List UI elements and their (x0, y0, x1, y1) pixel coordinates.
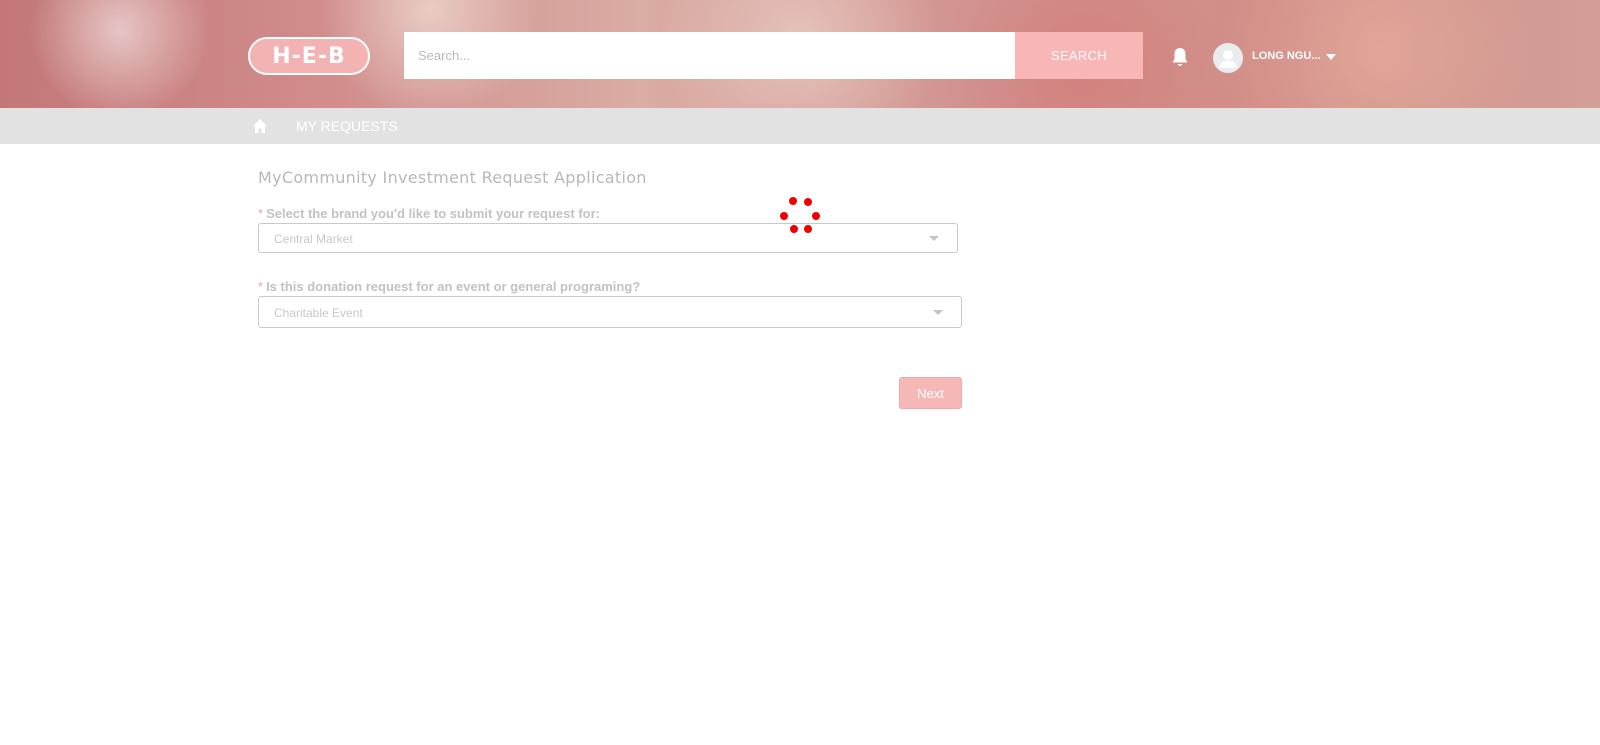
nav-item-my-requests[interactable]: MY REQUESTS (296, 118, 398, 134)
bell-icon[interactable] (1170, 47, 1190, 69)
spinner-icon (779, 194, 823, 238)
logo-text: H-E-B (272, 43, 346, 69)
brand-select-value: Central Market (274, 232, 353, 246)
search-button[interactable]: SEARCH (1015, 32, 1143, 79)
donation-type-field-label-text: Is this donation request for an event or… (266, 279, 641, 294)
spinner-dot (804, 225, 812, 233)
search-input[interactable] (404, 32, 1015, 79)
caret-down-icon[interactable] (1326, 54, 1336, 60)
donation-type-select-value: Charitable Event (274, 306, 363, 320)
chevron-down-icon (929, 236, 939, 241)
spinner-dot (812, 212, 820, 220)
spinner-dot (804, 198, 812, 206)
site-header: H-E-B SEARCH LONG NGU... (0, 0, 1600, 108)
user-avatar-icon[interactable] (1213, 43, 1243, 73)
spinner-dot (780, 212, 788, 220)
heb-logo[interactable]: H-E-B (248, 37, 370, 75)
user-name[interactable]: LONG NGU... (1252, 50, 1320, 62)
spinner-dot (790, 225, 798, 233)
required-marker: * (258, 206, 264, 221)
nav-bar: MY REQUESTS (0, 108, 1600, 144)
donation-type-select[interactable]: Charitable Event (258, 296, 962, 328)
spinner-dot (789, 197, 797, 205)
chevron-down-icon (933, 310, 943, 315)
brand-field-label: * Select the brand you'd like to submit y… (258, 206, 600, 221)
page-title: MyCommunity Investment Request Applicati… (258, 168, 647, 187)
donation-type-field-label: * Is this donation request for an event o… (258, 279, 640, 294)
next-button[interactable]: Next (899, 377, 962, 409)
brand-field-label-text: Select the brand you'd like to submit yo… (266, 206, 600, 221)
required-marker: * (258, 279, 264, 294)
brand-select[interactable]: Central Market (258, 223, 958, 253)
home-icon[interactable] (252, 118, 268, 134)
